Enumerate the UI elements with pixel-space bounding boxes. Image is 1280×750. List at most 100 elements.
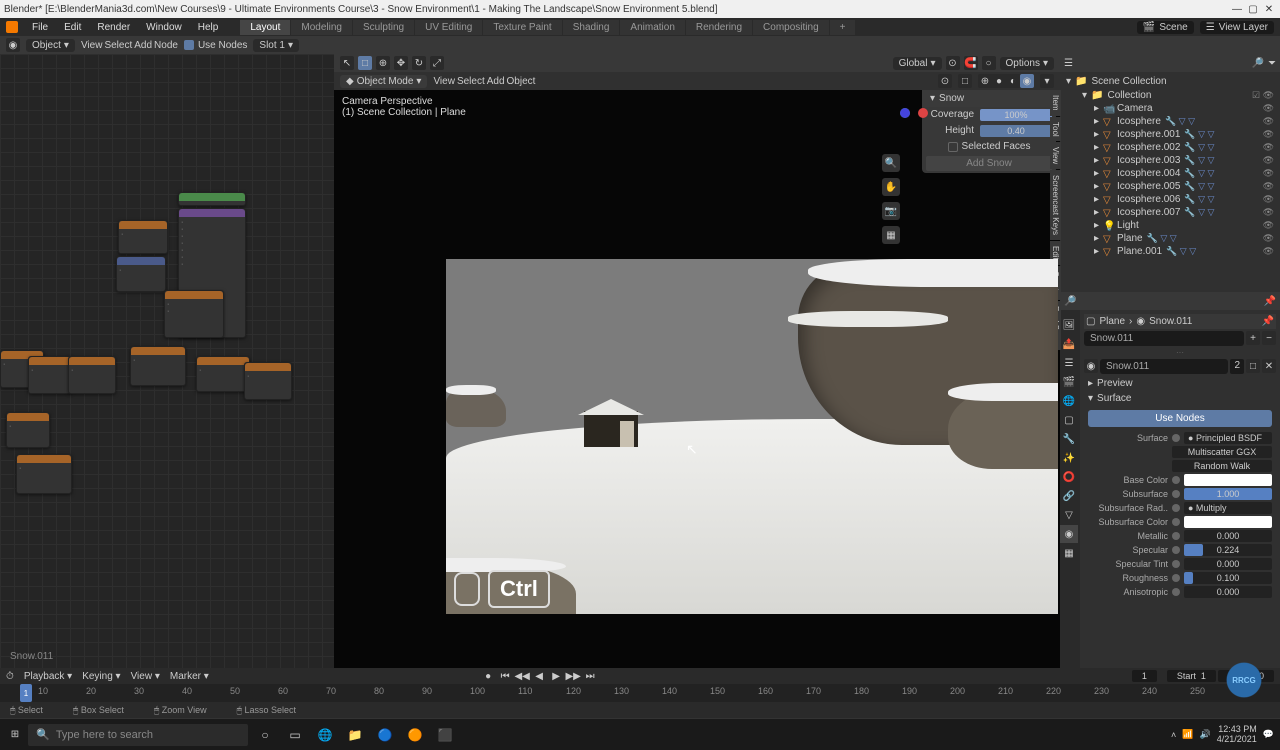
cortana-icon[interactable]: ○ [252,722,278,748]
vp-menu-view[interactable]: View [433,76,455,87]
node-menu-view[interactable]: View [81,40,103,51]
material-users[interactable]: 2 [1230,359,1244,374]
preview-section[interactable]: ▸ Preview [1084,376,1276,391]
outliner-item[interactable]: ▸ ▽ Icosphere.003🔧 ▽ ▽👁 [1062,154,1278,167]
timeline-menu-playback[interactable]: Playback ▾ [24,671,72,682]
move-tool-icon[interactable]: ✥ [394,56,408,70]
timeline-menu-view[interactable]: View ▾ [131,671,160,682]
outliner[interactable]: ▾ 📁 Scene Collection ▾ 📁 Collection☑ 👁 ▸… [1060,72,1280,292]
surface-section[interactable]: ▾ Surface [1084,391,1276,406]
orientation-dropdown[interactable]: Global ▾ [893,57,942,70]
slot-dropdown[interactable]: Slot 1 ▾ [253,39,299,52]
menu-edit[interactable]: Edit [56,20,89,35]
workspace-tab-texture-paint[interactable]: Texture Paint [483,20,561,35]
add-slot-button[interactable]: + [1246,331,1260,345]
snow-panel-header[interactable]: ▾ Snow [922,90,1056,107]
n-tab-tool[interactable]: Tool [1050,117,1061,142]
outliner-item[interactable]: ▸ ▽ Icosphere🔧 ▽ ▽👁 [1062,115,1278,128]
value-slider[interactable]: 0.000 [1184,558,1272,570]
remove-slot-button[interactable]: − [1262,331,1276,345]
prev-key-icon[interactable]: ◀◀ [515,670,529,682]
editor-type-icon[interactable]: ◉ [6,38,20,52]
color-swatch[interactable] [1184,474,1272,486]
outliner-root[interactable]: ▾ 📁 Scene Collection [1062,74,1278,89]
modifier-tab-icon[interactable]: 🔧 [1060,430,1078,448]
shading-matprev-icon[interactable]: ◐ [1006,74,1020,88]
object-tab-icon[interactable]: ▢ [1060,411,1078,429]
constraint-tab-icon[interactable]: 🔗 [1060,487,1078,505]
timeline-editor-icon[interactable]: ⏱ [6,671,14,682]
maximize-button[interactable]: ▢ [1246,2,1260,16]
viewlayer-selector[interactable]: ☰View Layer [1200,21,1274,34]
scale-tool-icon[interactable]: ⤢ [430,56,444,70]
taskbar-search[interactable]: 🔍 Type here to search [28,724,248,746]
chrome-icon[interactable]: 🔵 [372,722,398,748]
unlink-material-button[interactable]: ✕ [1262,359,1276,373]
outliner-item[interactable]: ▸ ▽ Icosphere.006🔧 ▽ ▽👁 [1062,193,1278,206]
height-slider[interactable]: 0.40 [980,125,1052,137]
distribution-dropdown[interactable]: Multiscatter GGX [1172,446,1272,458]
workspace-tab-+[interactable]: + [830,20,856,35]
selected-faces-checkbox[interactable]: Selected Faces [948,141,1031,152]
taskview-icon[interactable]: ▭ [282,722,308,748]
autokey-icon[interactable]: ● [481,670,495,682]
particle-tab-icon[interactable]: ✨ [1060,449,1078,467]
zoom-icon[interactable]: 🔍 [882,154,900,172]
texture-tab-icon[interactable]: ▦ [1060,544,1078,562]
jump-end-icon[interactable]: ⏭ [583,670,597,682]
filter-search-icon[interactable]: 🔎 [1252,58,1264,69]
play-icon[interactable]: ▶ [549,670,563,682]
use-nodes-button[interactable]: Use Nodes [1088,410,1272,427]
scene-selector[interactable]: 🎬Scene [1137,21,1194,34]
add-snow-button[interactable]: Add Snow [926,156,1052,171]
n-tab-screencast-keys[interactable]: Screencast Keys [1050,170,1061,240]
xray-icon[interactable]: □ [958,74,972,88]
material-slot[interactable]: Snow.011 [1084,331,1244,346]
mode-dropdown[interactable]: ◆ Object Mode ▾ [340,75,427,88]
menu-render[interactable]: Render [89,20,138,35]
system-tray[interactable]: ˄ 📶 🔊 12:43 PM 4/21/2021 💬 [1171,725,1274,745]
app-icon[interactable]: ⬛ [432,722,458,748]
options-dropdown[interactable]: Options ▾ [1000,57,1055,70]
select-tool-icon[interactable]: □ [358,56,372,70]
workspace-tab-modeling[interactable]: Modeling [291,20,352,35]
node-editor[interactable]: ······· · · ·· · · · · · · · · Snow.011 [0,54,334,668]
menu-window[interactable]: Window [138,20,190,35]
surface-shader-dropdown[interactable]: ● Principled BSDF [1184,432,1272,444]
value-slider[interactable]: 0.000 [1184,530,1272,542]
cursor-tool-icon[interactable]: ↖ [340,56,354,70]
shading-wire-icon[interactable]: ⊕ [978,74,992,88]
value-slider[interactable]: 0.224 [1184,544,1272,556]
workspace-tab-rendering[interactable]: Rendering [686,20,752,35]
material-orb-icon[interactable]: ◉ [1084,359,1098,373]
menu-help[interactable]: Help [190,20,227,35]
notifications-icon[interactable]: 💬 [1263,729,1274,740]
vp-menu-object[interactable]: Object [507,76,536,87]
start-frame-input[interactable]: Start 1 [1167,670,1216,682]
outliner-item[interactable]: ▸ ▽ Plane.001🔧 ▽ ▽👁 [1062,245,1278,258]
workspace-tab-compositing[interactable]: Compositing [753,20,829,35]
node-menu-node[interactable]: Node [154,40,178,51]
persp-icon[interactable]: ▦ [882,226,900,244]
render-tab-icon[interactable]: 🖼 [1060,316,1078,334]
outliner-item[interactable]: ▸ ▽ Icosphere.001🔧 ▽ ▽👁 [1062,128,1278,141]
blender-icon[interactable]: 🟠 [402,722,428,748]
data-tab-icon[interactable]: ▽ [1060,506,1078,524]
props-pin-icon[interactable]: 📌 [1264,296,1276,307]
value-dropdown[interactable]: ● Multiply [1184,502,1272,514]
snap-icon[interactable]: 🧲 [964,56,978,70]
shading-rendered-icon[interactable]: ◉ [1020,74,1034,88]
node-menu-add[interactable]: Add [134,40,152,51]
timeline-menu-marker[interactable]: Marker ▾ [170,671,209,682]
camera-icon[interactable]: 📷 [882,202,900,220]
tray-volume-icon[interactable]: 🔊 [1200,729,1211,740]
output-tab-icon[interactable]: 📤 [1060,335,1078,353]
explorer-icon[interactable]: 📁 [342,722,368,748]
close-button[interactable]: ✕ [1262,2,1276,16]
world-tab-icon[interactable]: 🌐 [1060,392,1078,410]
node-menu-select[interactable]: Select [104,40,132,51]
use-nodes-checkbox[interactable]: Use Nodes [184,40,247,51]
value-slider[interactable]: 0.100 [1184,572,1272,584]
vp-menu-select[interactable]: Select [457,76,485,87]
rotate-tool-icon[interactable]: ↻ [412,56,426,70]
